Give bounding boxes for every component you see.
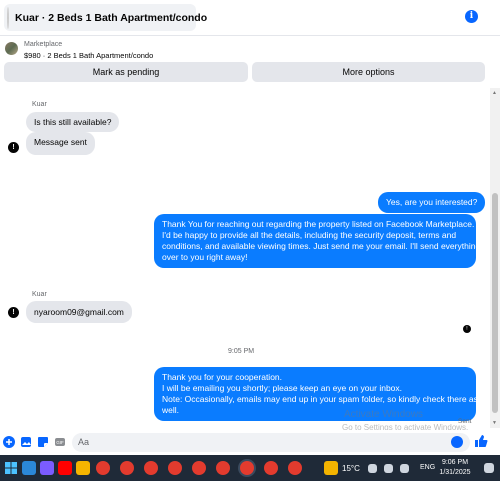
message-input[interactable]: Aa: [72, 433, 470, 452]
photo-icon[interactable]: [20, 436, 32, 448]
info-icon[interactable]: i: [465, 10, 478, 23]
scroll-thumb[interactable]: [492, 193, 498, 413]
listing-bar[interactable]: Marketplace $980 · 2 Beds 1 Bath Apartme…: [0, 35, 500, 62]
tray-chevron-icon[interactable]: [368, 464, 377, 473]
listing-summary: $980 · 2 Beds 1 Bath Apartment/condo: [24, 51, 154, 60]
incoming-message[interactable]: nyaroom09@gmail.com: [26, 301, 132, 323]
message-composer: GIF Aa: [0, 430, 500, 455]
chrome-icon[interactable]: [120, 461, 134, 475]
chrome-icon[interactable]: [96, 461, 110, 475]
gif-icon[interactable]: GIF: [54, 436, 66, 448]
file-explorer-icon[interactable]: [76, 461, 90, 475]
chrome-icon[interactable]: [192, 461, 206, 475]
message-thread[interactable]: Kuar Is this still available? ! Message …: [0, 88, 490, 428]
chrome-icon[interactable]: [144, 461, 158, 475]
seen-indicator-icon: !: [463, 325, 471, 333]
incoming-message[interactable]: Message sent: [26, 132, 95, 155]
message-line: Thank You for reaching out regarding the…: [162, 219, 475, 229]
message-line: I'd be happy to provide all the details,…: [162, 230, 457, 240]
message-line: over to you right away!: [162, 252, 248, 262]
windows-taskbar: 15°C ENG 9:06 PM 1/31/2025: [0, 455, 500, 481]
incoming-message[interactable]: Is this still available?: [26, 112, 120, 132]
message-line: conditions, and available viewing times.…: [162, 241, 481, 251]
youtube-icon[interactable]: [58, 461, 72, 475]
chat-scrollbar[interactable]: ▲ ▼: [490, 88, 500, 428]
svg-text:GIF: GIF: [56, 440, 64, 445]
alert-icon: !: [8, 142, 19, 153]
scroll-down-icon[interactable]: ▼: [492, 420, 497, 426]
message-line: Note: Occasionally, emails may end up in…: [162, 394, 478, 404]
weather-icon[interactable]: [324, 461, 338, 475]
activation-watermark-title: Activate Windows: [344, 409, 423, 420]
outgoing-message[interactable]: Thank you for your cooperation. I will b…: [154, 367, 478, 421]
weather-temperature[interactable]: 15°C: [342, 464, 360, 473]
chrome-icon-active[interactable]: [240, 461, 254, 475]
input-language[interactable]: ENG: [420, 464, 435, 471]
sticker-icon[interactable]: [37, 436, 49, 448]
scroll-up-icon[interactable]: ▲: [492, 90, 497, 96]
conversation-header: Kuar · 2 Beds 1 Bath Apartment/condo i: [0, 0, 500, 35]
sender-name: Kuar: [32, 101, 47, 108]
chrome-icon[interactable]: [264, 461, 278, 475]
message-line: I will be emailing you shortly; please k…: [162, 383, 403, 393]
add-icon[interactable]: [3, 436, 15, 448]
listing-mini-thumbnail: [5, 42, 18, 55]
conversation-title-button[interactable]: Kuar · 2 Beds 1 Bath Apartment/condo: [4, 4, 207, 31]
volume-icon[interactable]: [400, 464, 409, 473]
like-icon[interactable]: [474, 434, 488, 448]
emoji-icon[interactable]: [451, 436, 463, 448]
chrome-icon[interactable]: [288, 461, 302, 475]
store-icon[interactable]: [22, 461, 36, 475]
message-line: Thank you for your cooperation.: [162, 372, 283, 382]
time-divider: 9:05 PM: [228, 348, 255, 355]
chrome-icon[interactable]: [168, 461, 182, 475]
clock-time[interactable]: 9:06 PM: [440, 459, 470, 466]
conversation-title: Kuar · 2 Beds 1 Bath Apartment/condo: [15, 11, 208, 24]
outgoing-message[interactable]: Thank You for reaching out regarding the…: [154, 214, 481, 268]
network-icon[interactable]: [384, 464, 393, 473]
listing-actions: Mark as pending More options: [0, 62, 500, 84]
mark-as-pending-button[interactable]: Mark as pending: [4, 62, 248, 82]
chrome-icon[interactable]: [216, 461, 230, 475]
notification-icon[interactable]: [484, 463, 494, 473]
listing-thumbnail: [7, 6, 9, 29]
clock-date[interactable]: 1/31/2025: [437, 469, 473, 476]
start-icon[interactable]: [4, 461, 18, 475]
alert-icon: !: [8, 307, 19, 318]
marketplace-label: Marketplace: [24, 41, 63, 48]
more-options-button[interactable]: More options: [252, 62, 485, 82]
sender-name: Kuar: [32, 291, 47, 298]
outgoing-message[interactable]: Yes, are you interested?: [378, 192, 486, 213]
media-icon[interactable]: [40, 461, 54, 475]
